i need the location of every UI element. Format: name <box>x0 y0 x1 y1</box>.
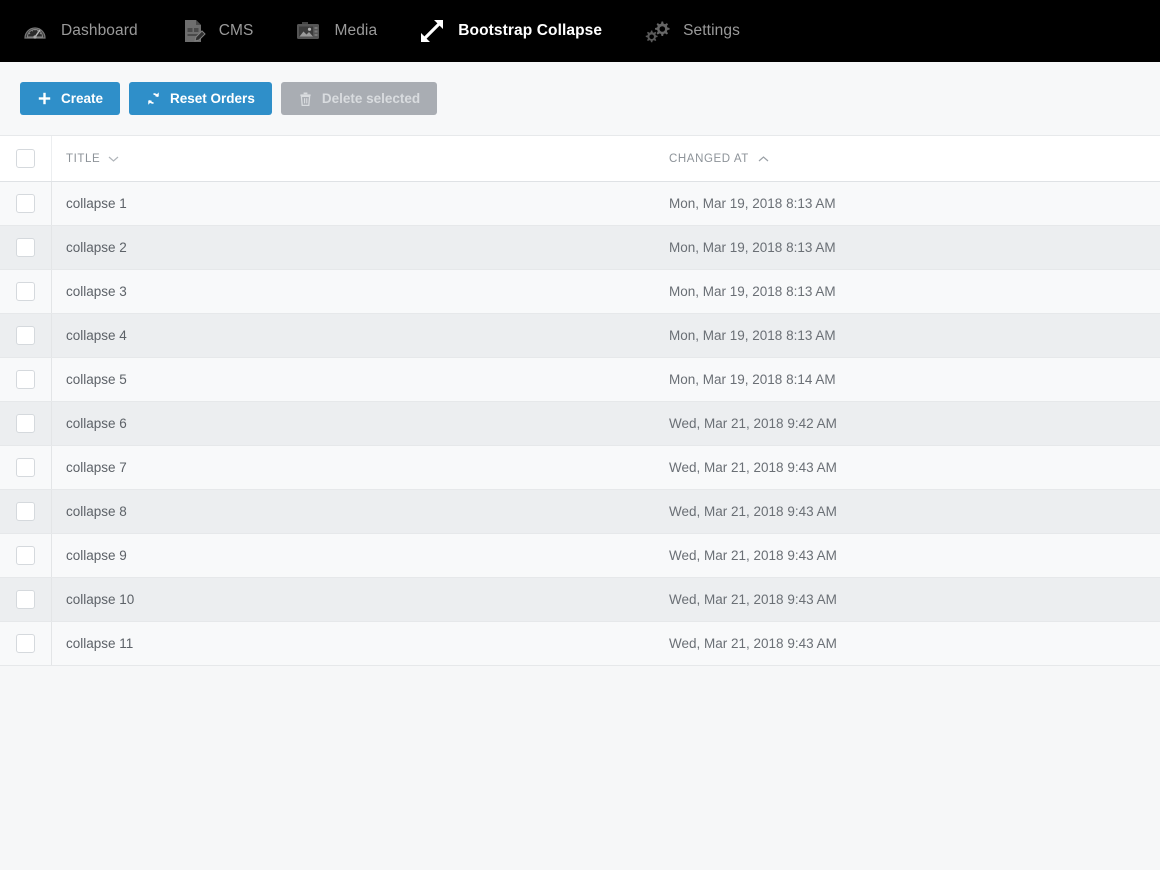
reset-orders-button-label: Reset Orders <box>170 91 255 106</box>
table-header-row: TITLE CHANGED AT <box>0 136 1160 182</box>
cell-title: collapse 7 <box>66 460 127 475</box>
table-row[interactable]: collapse 8 Wed, Mar 21, 2018 9:43 AM <box>0 490 1160 534</box>
table-body: collapse 1 Mon, Mar 19, 2018 8:13 AM colla… <box>0 182 1160 666</box>
table-row[interactable]: collapse 7 Wed, Mar 21, 2018 9:43 AM <box>0 446 1160 490</box>
row-select-cell <box>0 446 52 489</box>
nav-label-settings: Settings <box>683 22 740 39</box>
page-empty-area <box>0 666 1160 870</box>
select-all-checkbox[interactable] <box>16 149 35 168</box>
records-table: TITLE CHANGED AT collapse 1 Mon, Mar 19, … <box>0 136 1160 666</box>
cell-title: collapse 1 <box>66 196 127 211</box>
chevron-up-icon <box>758 155 769 163</box>
gears-icon <box>642 16 672 46</box>
row-select-cell <box>0 314 52 357</box>
select-all-cell <box>0 136 52 181</box>
row-select-checkbox[interactable] <box>16 326 35 345</box>
cell-changed-at: Mon, Mar 19, 2018 8:14 AM <box>669 372 836 387</box>
table-row[interactable]: collapse 2 Mon, Mar 19, 2018 8:13 AM <box>0 226 1160 270</box>
reset-orders-button[interactable]: Reset Orders <box>129 82 272 115</box>
cell-title: collapse 2 <box>66 240 127 255</box>
row-select-cell <box>0 578 52 621</box>
row-select-cell <box>0 226 52 269</box>
table-row[interactable]: collapse 5 Mon, Mar 19, 2018 8:14 AM <box>0 358 1160 402</box>
trash-icon <box>298 91 313 106</box>
table-row[interactable]: collapse 1 Mon, Mar 19, 2018 8:13 AM <box>0 182 1160 226</box>
nav-item-dashboard[interactable]: Dashboard <box>18 0 150 62</box>
row-select-cell <box>0 358 52 401</box>
refresh-icon <box>146 91 161 106</box>
cell-changed-at: Wed, Mar 21, 2018 9:43 AM <box>669 548 837 563</box>
cell-title: collapse 5 <box>66 372 127 387</box>
delete-selected-button[interactable]: Delete selected <box>280 82 438 115</box>
nav-item-media[interactable]: Media <box>291 0 389 62</box>
table-row[interactable]: collapse 4 Mon, Mar 19, 2018 8:13 AM <box>0 314 1160 358</box>
cell-title: collapse 9 <box>66 548 127 563</box>
cell-changed-at: Wed, Mar 21, 2018 9:43 AM <box>669 504 837 519</box>
cell-changed-at: Mon, Mar 19, 2018 8:13 AM <box>669 328 836 343</box>
row-select-cell <box>0 622 52 665</box>
table-row[interactable]: collapse 6 Wed, Mar 21, 2018 9:42 AM <box>0 402 1160 446</box>
row-select-checkbox[interactable] <box>16 546 35 565</box>
image-camera-icon <box>293 16 323 46</box>
table-row[interactable]: collapse 3 Mon, Mar 19, 2018 8:13 AM <box>0 270 1160 314</box>
row-select-cell <box>0 534 52 577</box>
row-select-cell <box>0 182 52 225</box>
create-button[interactable]: Create <box>20 82 121 115</box>
row-select-checkbox[interactable] <box>16 282 35 301</box>
row-select-checkbox[interactable] <box>16 370 35 389</box>
column-header-changed-at[interactable]: CHANGED AT <box>669 153 1160 165</box>
nav-item-cms[interactable]: CMS <box>176 0 266 62</box>
delete-selected-button-label: Delete selected <box>321 91 421 106</box>
cell-changed-at: Wed, Mar 21, 2018 9:43 AM <box>669 636 837 651</box>
nav-label-cms: CMS <box>218 22 254 39</box>
cell-title: collapse 3 <box>66 284 127 299</box>
top-navigation-bar: Dashboard CMS Media Bootstrap Collapse S… <box>0 0 1160 62</box>
cell-changed-at: Wed, Mar 21, 2018 9:42 AM <box>669 416 837 431</box>
expand-arrows-icon <box>417 16 447 46</box>
row-select-checkbox[interactable] <box>16 634 35 653</box>
nav-item-settings[interactable]: Settings <box>640 0 752 62</box>
cell-changed-at: Wed, Mar 21, 2018 9:43 AM <box>669 460 837 475</box>
row-select-cell <box>0 402 52 445</box>
cell-changed-at: Wed, Mar 21, 2018 9:43 AM <box>669 592 837 607</box>
cell-title: collapse 8 <box>66 504 127 519</box>
table-row[interactable]: collapse 9 Wed, Mar 21, 2018 9:43 AM <box>0 534 1160 578</box>
nav-label-dashboard: Dashboard <box>61 22 138 39</box>
table-row[interactable]: collapse 11 Wed, Mar 21, 2018 9:43 AM <box>0 622 1160 666</box>
create-button-label: Create <box>61 91 104 106</box>
column-header-title-label: TITLE <box>66 152 101 165</box>
action-toolbar: Create Reset Orders Delete selected <box>0 62 1160 136</box>
gauge-icon <box>20 16 50 46</box>
row-select-checkbox[interactable] <box>16 414 35 433</box>
row-select-cell <box>0 270 52 313</box>
cell-title: collapse 6 <box>66 416 127 431</box>
row-select-checkbox[interactable] <box>16 502 35 521</box>
document-pen-icon <box>178 16 208 46</box>
cell-title: collapse 4 <box>66 328 127 343</box>
row-select-checkbox[interactable] <box>16 458 35 477</box>
nav-item-bootstrap-collapse[interactable]: Bootstrap Collapse <box>415 0 614 62</box>
row-select-checkbox[interactable] <box>16 590 35 609</box>
cell-changed-at: Mon, Mar 19, 2018 8:13 AM <box>669 196 836 211</box>
nav-label-bootstrap-collapse: Bootstrap Collapse <box>458 22 603 39</box>
nav-label-media: Media <box>334 22 378 39</box>
row-select-checkbox[interactable] <box>16 194 35 213</box>
row-select-checkbox[interactable] <box>16 238 35 257</box>
cell-title: collapse 11 <box>66 636 134 651</box>
column-header-changed-at-label: CHANGED AT <box>669 152 749 165</box>
cell-changed-at: Mon, Mar 19, 2018 8:13 AM <box>669 240 836 255</box>
row-select-cell <box>0 490 52 533</box>
cell-changed-at: Mon, Mar 19, 2018 8:13 AM <box>669 284 836 299</box>
table-row[interactable]: collapse 10 Wed, Mar 21, 2018 9:43 AM <box>0 578 1160 622</box>
chevron-down-icon <box>108 155 119 163</box>
plus-icon <box>37 91 52 106</box>
cell-title: collapse 10 <box>66 592 135 607</box>
column-header-title[interactable]: TITLE <box>52 153 669 165</box>
